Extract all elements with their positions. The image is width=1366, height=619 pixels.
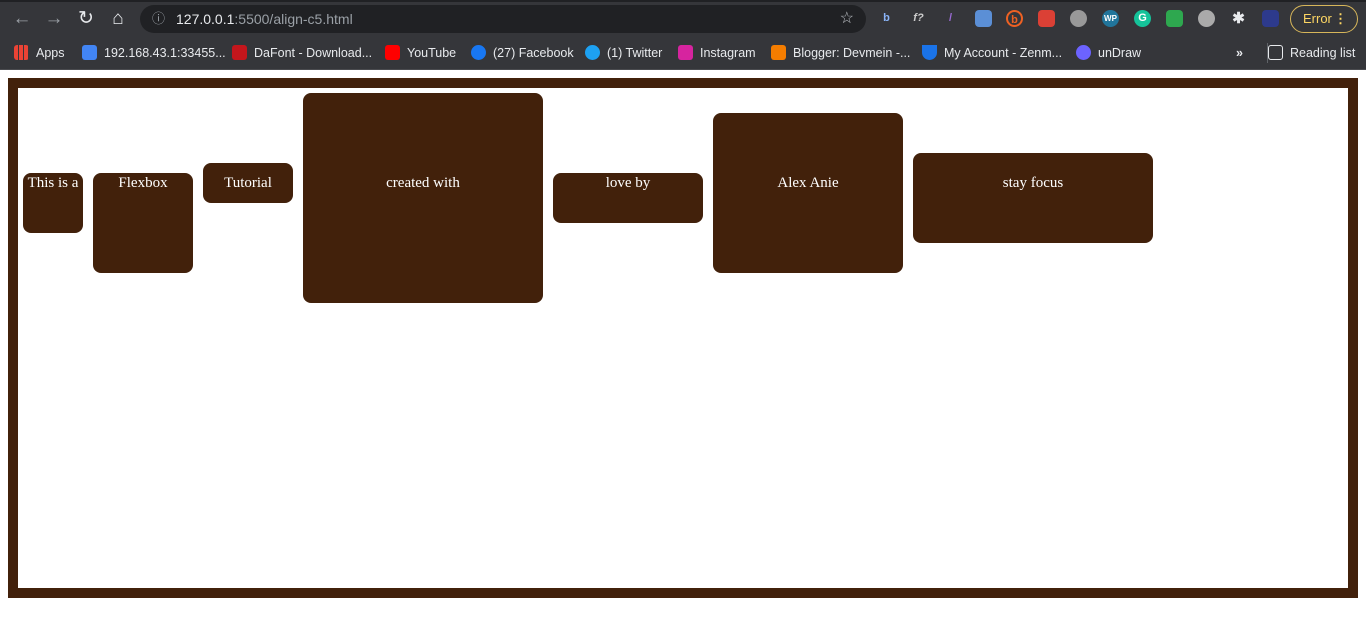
bookmark-star-icon[interactable]: ☆ (840, 5, 854, 33)
bookmark-label: Blogger: Devmein -... (793, 46, 911, 60)
instagram-icon (678, 45, 693, 60)
flex-item-4: created with (303, 93, 543, 303)
bookmark-label: YouTube (407, 46, 457, 60)
bookmark-label: (1) Twitter (607, 46, 663, 60)
twitter-icon (585, 45, 600, 60)
flex-item-text: This is a (27, 175, 79, 191)
bookmark-zenmate[interactable]: My Account - Zenm... (922, 43, 1062, 63)
url-path: :5500/align-c5.html (234, 11, 353, 27)
url-host: 127.0.0.1 (176, 11, 235, 27)
reading-list-button[interactable]: Reading list (1267, 43, 1355, 63)
browser-toolbar: ← → ↻ ⌂ ⓘ 127.0.0.1:5500/align-c5.html ☆… (0, 0, 1366, 37)
flex-item-text: love by (605, 175, 651, 191)
bookmark-label: Instagram (700, 46, 756, 60)
b-icon[interactable]: b (878, 10, 895, 27)
flex-item-text: Flexbox (118, 175, 168, 191)
bookmark-undraw[interactable]: unDraw (1076, 43, 1141, 63)
flex-item-5: love by (553, 173, 703, 223)
reload-icon[interactable]: ↻ (75, 8, 97, 30)
flex-container (8, 78, 1358, 598)
sync-icon[interactable] (1166, 10, 1183, 27)
circle-icon[interactable] (1070, 10, 1087, 27)
wp-icon[interactable]: WP (1102, 10, 1119, 27)
bookmark-label: (27) Facebook (493, 46, 574, 60)
error-button[interactable]: Error ⋮ (1290, 5, 1358, 33)
window-icon[interactable] (975, 10, 992, 27)
home-icon[interactable]: ⌂ (107, 8, 129, 30)
puzzle-icon[interactable]: ✱ (1230, 10, 1247, 27)
menu-icon: ⋮ (1334, 11, 1347, 26)
back-icon[interactable]: ← (11, 8, 33, 30)
reading-list-label: Reading list (1290, 46, 1356, 60)
tab-strip (0, 0, 1366, 2)
dafont-icon (232, 45, 247, 60)
bookmark-label: unDraw (1098, 46, 1142, 60)
bookmark-instagram[interactable]: Instagram (678, 43, 756, 63)
bookmarks-bar: Apps 192.168.43.1:33455... DaFont - Down… (0, 37, 1366, 70)
apps-icon (14, 45, 29, 60)
bookmark-label: 192.168.43.1:33455... (104, 46, 226, 60)
bookmark-facebook[interactable]: (27) Facebook (471, 43, 574, 63)
info-icon: ⓘ (152, 11, 166, 26)
flex-item-1: This is a (23, 173, 83, 233)
flex-item-text: Alex Anie (777, 175, 839, 191)
address-bar[interactable]: ⓘ 127.0.0.1:5500/align-c5.html ☆ (140, 5, 866, 33)
xender-icon (82, 45, 97, 60)
bookmark-label: Apps (36, 46, 65, 60)
flex-item-text: Tutorial (224, 175, 272, 191)
grammarly-icon[interactable]: G (1134, 10, 1151, 27)
blogger-icon (771, 45, 786, 60)
flex-item-6: Alex Anie (713, 113, 903, 273)
bookmark-192[interactable]: 192.168.43.1:33455... (82, 43, 226, 63)
bookmark-apps[interactable]: Apps (14, 43, 65, 63)
flex-item-text: stay focus (1002, 175, 1064, 191)
f-icon[interactable]: f? (910, 10, 927, 27)
todoist-icon[interactable] (1038, 10, 1055, 27)
zenmate-icon (922, 45, 937, 60)
bookmark-blogger[interactable]: Blogger: Devmein -... (771, 43, 910, 63)
bookmark-dafont[interactable]: DaFont - Download... (232, 43, 372, 63)
undraw-icon (1076, 45, 1091, 60)
flex-item-3: Tutorial (203, 163, 293, 203)
bookmark-twitter[interactable]: (1) Twitter (585, 43, 662, 63)
bitly-icon[interactable]: b (1006, 10, 1023, 27)
forward-icon[interactable]: → (43, 8, 65, 30)
bookmark-youtube[interactable]: YouTube (385, 43, 456, 63)
flex-item-text: created with (386, 175, 460, 191)
feather-icon[interactable]: / (942, 10, 959, 27)
s-icon[interactable] (1198, 10, 1215, 27)
bookmark-label: DaFont - Download... (254, 46, 373, 60)
reading-list-icon (1268, 45, 1283, 60)
bookmarks-overflow[interactable]: » (1236, 43, 1243, 63)
flex-item-2: Flexbox (93, 173, 193, 273)
youtube-icon (385, 45, 400, 60)
profile-icon[interactable] (1262, 10, 1279, 27)
error-label: Error (1303, 11, 1332, 26)
facebook-icon (471, 45, 486, 60)
bookmark-label: My Account - Zenm... (944, 46, 1063, 60)
flex-item-7: stay focus (913, 153, 1153, 243)
